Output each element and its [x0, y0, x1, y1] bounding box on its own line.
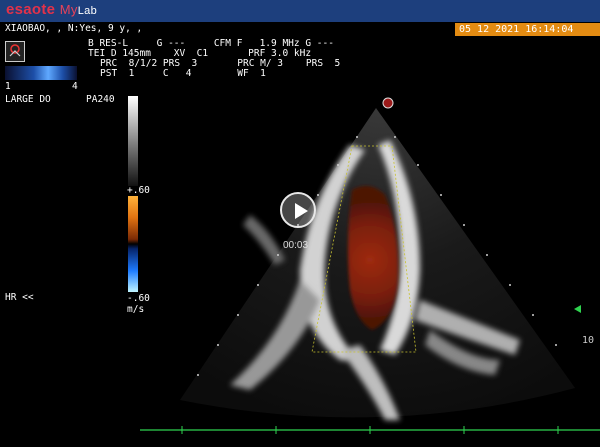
apex-marker [382, 97, 394, 109]
ultrasound-screen: esaote MyLab XIAOBAO, , N:Yes, 9 y, , 05… [0, 0, 600, 447]
play-button[interactable] [280, 192, 316, 228]
ecg-trace [140, 426, 600, 434]
focus-marker-icon [574, 305, 581, 313]
depth-label: 10 [582, 335, 595, 346]
video-time: 00:03 [283, 240, 309, 251]
